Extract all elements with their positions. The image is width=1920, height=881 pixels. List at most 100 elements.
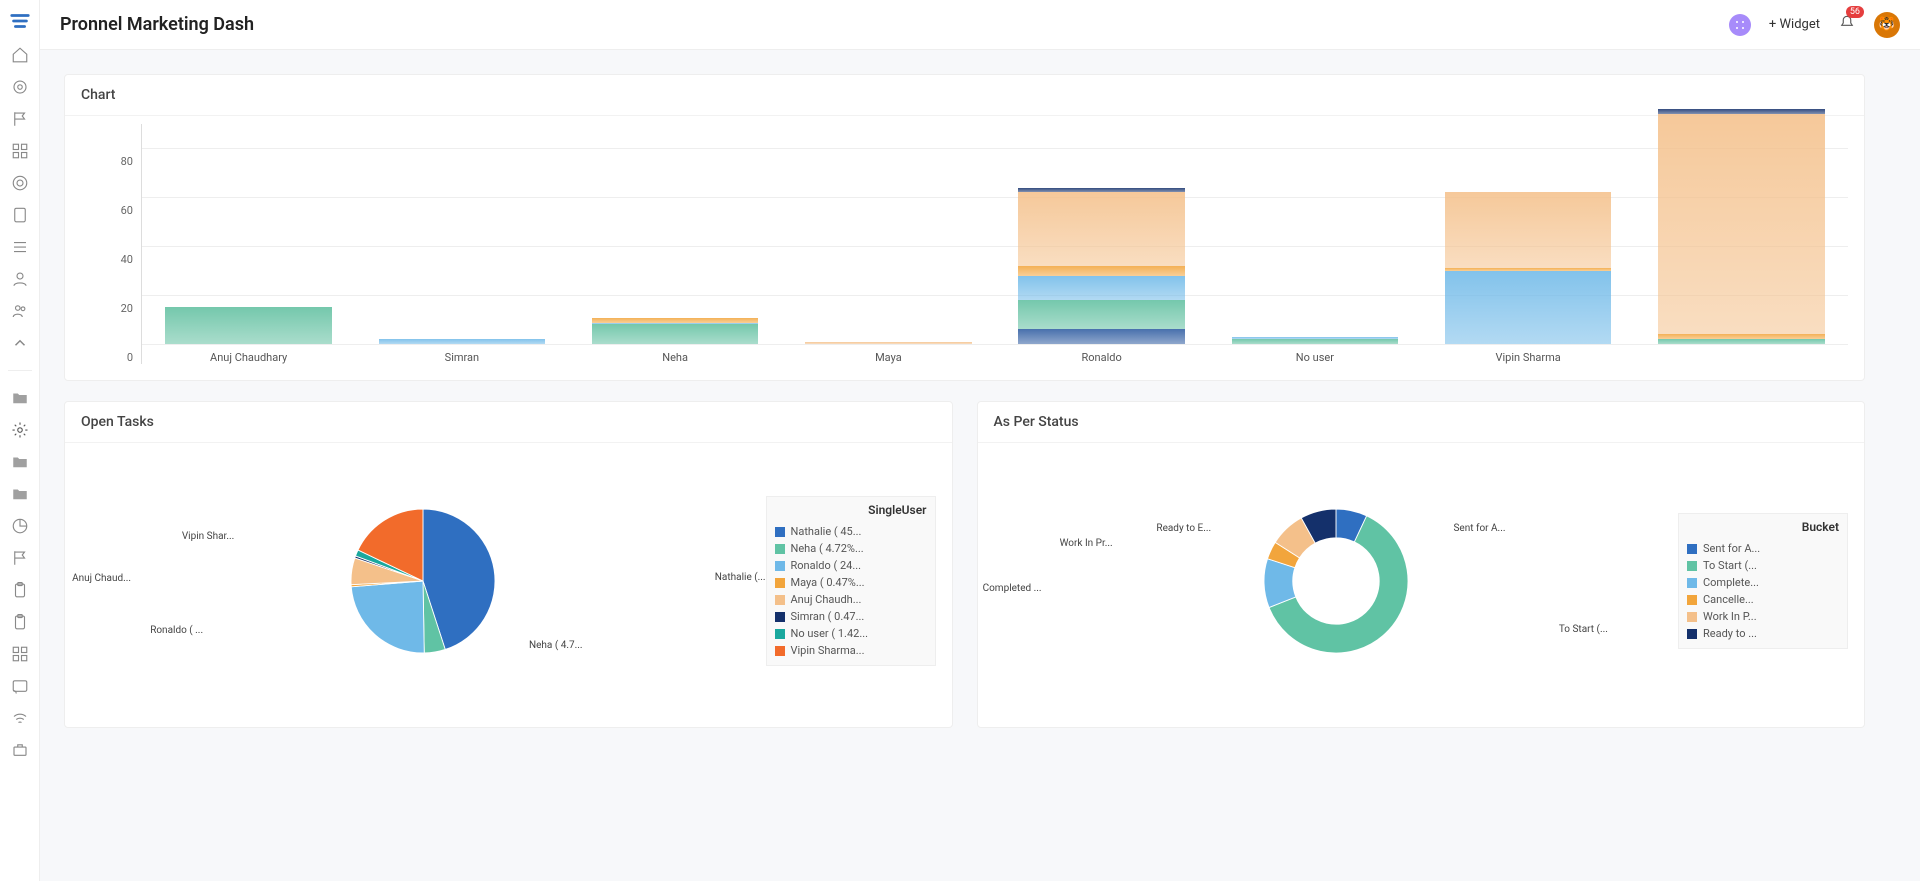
home-icon[interactable]: [11, 46, 29, 64]
x-tick-label: Maya: [875, 351, 902, 364]
chart-card-as-per-status: As Per Status Sent for A... To Start (...…: [977, 401, 1866, 728]
legend-item[interactable]: Ready to ...: [1687, 625, 1839, 642]
legend-label: Maya ( 0.47%...: [791, 576, 865, 589]
legend-item[interactable]: Neha ( 4.72%...: [775, 540, 927, 557]
topbar: Pronnel Marketing Dash + Widget 56 🐯: [40, 0, 1920, 50]
legend-label: No user ( 1.42...: [791, 627, 869, 640]
bar-segment[interactable]: [1658, 339, 1824, 344]
y-tick-label: 40: [121, 253, 133, 279]
flag-icon[interactable]: [11, 549, 29, 567]
pie-slice[interactable]: [351, 581, 424, 653]
bar-segment[interactable]: [1018, 276, 1184, 300]
bar-segment[interactable]: [1018, 300, 1184, 329]
card-title: As Per Status: [978, 402, 1865, 443]
legend-item[interactable]: Anuj Chaudh...: [775, 591, 927, 608]
notif-badge: 56: [1846, 6, 1864, 18]
target-icon[interactable]: [11, 78, 29, 96]
briefcase-icon[interactable]: [11, 741, 29, 759]
pie-callout: Ready to E...: [1156, 523, 1211, 534]
y-tick-label: 60: [121, 204, 133, 230]
stacked-bar-chart: 020406080 Anuj ChaudharySimranNehaMayaRo…: [81, 124, 1848, 364]
list-icon[interactable]: [11, 238, 29, 256]
legend-item[interactable]: Vipin Sharma...: [775, 642, 927, 659]
legend-label: Simran ( 0.47...: [791, 610, 865, 623]
bar-segment[interactable]: [379, 339, 545, 344]
bar-segment[interactable]: [592, 324, 758, 344]
legend-item[interactable]: Ronaldo ( 24...: [775, 557, 927, 574]
legend-item[interactable]: Maya ( 0.47%...: [775, 574, 927, 591]
bar-segment[interactable]: [1232, 339, 1398, 344]
open-tasks-legend: SingleUser Nathalie ( 45... Neha ( 4.72%.…: [766, 496, 936, 666]
users-icon[interactable]: [11, 302, 29, 320]
bar-segment[interactable]: [805, 342, 971, 344]
legend-item[interactable]: To Start (...: [1687, 557, 1839, 574]
user-avatar[interactable]: 🐯: [1874, 12, 1900, 38]
legend-label: Cancelle...: [1703, 593, 1754, 606]
y-tick-label: 0: [127, 351, 133, 377]
x-tick-label: Ronaldo: [1081, 351, 1121, 364]
legend-label: Sent for A...: [1703, 542, 1760, 555]
bar-segment[interactable]: [1018, 329, 1184, 344]
pie-callout: To Start (...: [1559, 624, 1608, 635]
y-tick-label: 80: [121, 155, 133, 181]
app-logo-icon: [9, 10, 31, 32]
card-title: Chart: [65, 75, 1864, 116]
legend-item[interactable]: No user ( 1.42...: [775, 625, 927, 642]
add-widget-button[interactable]: + Widget: [1769, 17, 1820, 32]
sidebar: [0, 0, 40, 881]
at-icon[interactable]: [11, 174, 29, 192]
legend-label: Anuj Chaudh...: [791, 593, 862, 606]
legend-item[interactable]: Nathalie ( 45...: [775, 523, 927, 540]
legend-label: Nathalie ( 45...: [791, 525, 862, 538]
legend-label: Ready to ...: [1703, 627, 1757, 640]
grid-icon[interactable]: [11, 645, 29, 663]
file-icon[interactable]: [11, 206, 29, 224]
legend-label: Complete...: [1703, 576, 1759, 589]
bar-segment[interactable]: [1018, 266, 1184, 276]
wifi-icon[interactable]: [11, 709, 29, 727]
clipboard-icon[interactable]: [11, 613, 29, 631]
x-tick-label: Vipin Sharma: [1495, 351, 1560, 364]
cast-icon[interactable]: [11, 677, 29, 695]
pie-callout: Work In Pr...: [1060, 538, 1113, 549]
page-title: Pronnel Marketing Dash: [60, 14, 254, 35]
legend-label: Vipin Sharma...: [791, 644, 865, 657]
folder-icon[interactable]: [11, 389, 29, 407]
x-tick-label: Anuj Chaudhary: [210, 351, 287, 364]
status-legend: Bucket Sent for A...To Start (...Complet…: [1678, 513, 1848, 649]
legend-item[interactable]: Sent for A...: [1687, 540, 1839, 557]
gear-icon[interactable]: [11, 421, 29, 439]
x-tick-label: No user: [1296, 351, 1334, 364]
chart-card-stacked-bar: Chart 020406080 Anuj ChaudharySimranNeha…: [64, 74, 1865, 381]
pie-callout: Sent for A...: [1453, 523, 1505, 534]
pie-callout: Vipin Shar...: [182, 531, 234, 542]
y-tick-label: 20: [121, 302, 133, 328]
bar-segment[interactable]: [1445, 192, 1611, 268]
grid-icon[interactable]: [11, 142, 29, 160]
legend-label: Work In P...: [1703, 610, 1757, 623]
card-title: Open Tasks: [65, 402, 952, 443]
bar-segment[interactable]: [1018, 192, 1184, 265]
clipboard-icon[interactable]: [11, 581, 29, 599]
bar-segment[interactable]: [1445, 271, 1611, 344]
x-tick-label: Simran: [445, 351, 479, 364]
pie-callout: Anuj Chaud...: [72, 573, 131, 584]
pie-callout: Nathalie (...: [715, 572, 766, 583]
bar-segment[interactable]: [165, 307, 331, 344]
legend-label: To Start (...: [1703, 559, 1757, 572]
flag-icon[interactable]: [11, 110, 29, 128]
chevron-up-icon[interactable]: [11, 334, 29, 352]
legend-item[interactable]: Work In P...: [1687, 608, 1839, 625]
legend-item[interactable]: Cancelle...: [1687, 591, 1839, 608]
legend-title: SingleUser: [775, 503, 927, 517]
folder-icon[interactable]: [11, 485, 29, 503]
folder-icon[interactable]: [11, 453, 29, 471]
user-icon[interactable]: [11, 270, 29, 288]
notifications-button[interactable]: 56: [1838, 14, 1856, 36]
pie-chart-icon[interactable]: [11, 517, 29, 535]
pie-callout: Ronaldo ( ...: [150, 625, 203, 636]
apps-icon[interactable]: [1729, 14, 1751, 36]
bar-segment[interactable]: [1658, 114, 1824, 334]
legend-item[interactable]: Simran ( 0.47...: [775, 608, 927, 625]
legend-item[interactable]: Complete...: [1687, 574, 1839, 591]
